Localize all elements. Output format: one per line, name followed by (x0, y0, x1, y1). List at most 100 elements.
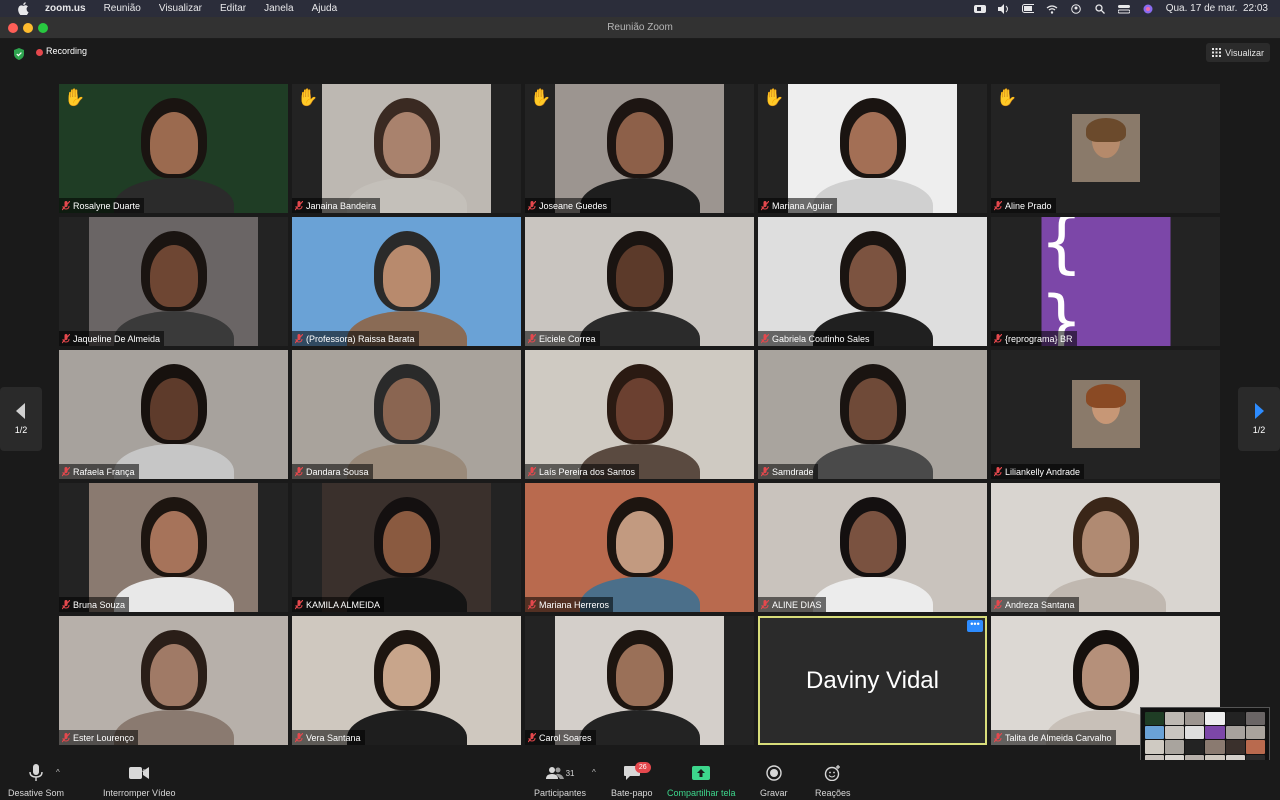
thumbnail-cell (1245, 726, 1265, 740)
participant-tile[interactable]: Bruna Souza (59, 483, 288, 612)
participant-tile[interactable]: ALINE DIAS (758, 483, 987, 612)
participant-tile[interactable]: { } {reprograma} BR (991, 217, 1220, 346)
participant-nameplate: Janaina Bandeira (292, 198, 381, 213)
video-feed (525, 217, 754, 346)
participant-tile[interactable]: Eiciele Correa (525, 217, 754, 346)
apple-menu-icon[interactable] (16, 2, 30, 16)
thumbnail-cell (1225, 712, 1245, 726)
share-screen-button[interactable]: Compartilhar tela (667, 764, 736, 798)
page-indicator-right: 1/2 (1252, 425, 1266, 435)
thumbnail-cell (1165, 712, 1185, 726)
participant-nameplate: Bruna Souza (59, 597, 130, 612)
chat-button[interactable]: 26 Bate-papo (611, 762, 653, 798)
thumbnail-cell (1205, 712, 1225, 726)
battery-icon[interactable] (1021, 4, 1034, 14)
recording-label[interactable]: Recording (46, 46, 87, 56)
participant-name: Ester Lourenço (73, 732, 135, 743)
participant-tile[interactable]: Gabriela Coutinho Sales (758, 217, 987, 346)
muted-microphone-icon (527, 333, 536, 344)
participant-tile[interactable]: Jaqueline De Almeida (59, 217, 288, 346)
participant-nameplate: Dandara Sousa (292, 464, 373, 479)
participants-caret-icon[interactable]: ^ (592, 768, 596, 777)
reactions-label: Reações (815, 788, 851, 798)
menu-reuniao[interactable]: Reunião (95, 0, 150, 17)
arrow-right-icon (1255, 403, 1264, 419)
menu-visualizar[interactable]: Visualizar (150, 0, 211, 17)
participant-tile[interactable]: KAMILA ALMEIDA (292, 483, 521, 612)
participant-nameplate: Joseane Guedes (525, 198, 612, 213)
participant-tile[interactable]: (Professora) Raissa Barata (292, 217, 521, 346)
participant-tile[interactable]: ✋ Rosalyne Duarte (59, 84, 288, 213)
stop-video-button[interactable]: Interromper Vídeo (103, 764, 176, 798)
profile-picture (1071, 114, 1140, 182)
clock-datetime[interactable]: Qua. 17 de mar. 22:03 (1166, 3, 1268, 14)
arrow-left-icon (16, 403, 25, 419)
video-feed (292, 616, 521, 745)
participant-tile[interactable]: Laís Pereira dos Santos (525, 350, 754, 479)
video-feed (758, 483, 987, 612)
participant-tile[interactable]: Carol Soares (525, 616, 754, 745)
participant-nameplate: Rosalyne Duarte (59, 198, 145, 213)
participants-button[interactable]: 31 Participantes (534, 764, 586, 798)
mac-menu-bar: zoom.us Reunião Visualizar Editar Janela… (0, 0, 1280, 17)
muted-microphone-icon (760, 599, 769, 610)
more-options-button[interactable]: ••• (967, 620, 983, 632)
participant-tile[interactable]: ✋ Mariana Aguiar (758, 84, 987, 213)
thumbnail-cell (1145, 712, 1165, 726)
previous-page-button[interactable]: 1/2 (0, 387, 42, 451)
next-page-button[interactable]: 1/2 (1238, 387, 1280, 451)
participant-tile[interactable]: Mariana Herreros (525, 483, 754, 612)
encryption-shield-icon[interactable] (14, 47, 24, 60)
participant-nameplate: Vera Santana (292, 730, 365, 745)
record-button[interactable]: Gravar (760, 764, 788, 798)
video-feed (991, 483, 1220, 612)
control-center-icon[interactable] (1117, 4, 1130, 14)
video-feed (59, 350, 288, 479)
participant-nameplate: Mariana Aguiar (758, 198, 837, 213)
audio-options-caret-icon[interactable]: ^ (56, 768, 60, 777)
chat-label: Bate-papo (611, 788, 653, 798)
share-screen-icon (690, 764, 712, 782)
participant-name: Mariana Aguiar (772, 200, 833, 211)
user-icon[interactable] (1070, 3, 1082, 14)
video-options-caret-icon[interactable]: ^ (142, 768, 146, 777)
zoom-status-icon[interactable] (973, 4, 986, 14)
siri-icon[interactable] (1142, 4, 1154, 14)
participant-nameplate: Mariana Herreros (525, 597, 614, 612)
participant-nameplate: Eiciele Correa (525, 331, 600, 346)
participant-name: Joseane Guedes (539, 200, 608, 211)
wifi-icon[interactable] (1046, 4, 1058, 14)
video-feed (89, 483, 258, 612)
thumbnail-cell (1185, 712, 1205, 726)
participant-tile[interactable]: Samdrade (758, 350, 987, 479)
menu-editar[interactable]: Editar (211, 0, 255, 17)
volume-icon[interactable] (997, 3, 1010, 14)
active-speaker-name: Daviny Vidal (806, 666, 939, 694)
muted-microphone-icon (294, 200, 303, 211)
participant-nameplate: Jaqueline De Almeida (59, 331, 165, 346)
participant-name: (Professora) Raissa Barata (306, 333, 415, 344)
participant-tile[interactable]: ✋ Janaina Bandeira (292, 84, 521, 213)
thumbnail-cell (1185, 726, 1205, 740)
menu-janela[interactable]: Janela (255, 0, 302, 17)
grid-view-icon (1212, 48, 1222, 57)
participant-tile[interactable]: Dandara Sousa (292, 350, 521, 479)
raised-hand-icon: ✋ (297, 88, 319, 107)
participant-tile[interactable]: Rafaela França (59, 350, 288, 479)
participant-nameplate: Rafaela França (59, 464, 139, 479)
search-icon[interactable] (1094, 3, 1106, 14)
view-button[interactable]: Visualizar (1206, 43, 1270, 62)
reactions-button[interactable]: Reações (815, 764, 851, 798)
participant-tile[interactable]: ✋ Joseane Guedes (525, 84, 754, 213)
participant-name: Liliankelly Andrade (1005, 466, 1081, 477)
participant-tile[interactable]: Ester Lourenço (59, 616, 288, 745)
thumbnail-cell (1165, 740, 1185, 754)
participant-tile[interactable]: Liliankelly Andrade (991, 350, 1220, 479)
participant-tile[interactable]: ✋ Aline Prado (991, 84, 1220, 213)
participant-tile[interactable]: Vera Santana (292, 616, 521, 745)
menu-ajuda[interactable]: Ajuda (303, 0, 347, 17)
menu-app-name[interactable]: zoom.us (36, 0, 95, 17)
participant-tile[interactable]: Andreza Santana (991, 483, 1220, 612)
participant-tile[interactable]: Daviny Vidal ••• (758, 616, 987, 745)
participant-nameplate: Laís Pereira dos Santos (525, 464, 640, 479)
